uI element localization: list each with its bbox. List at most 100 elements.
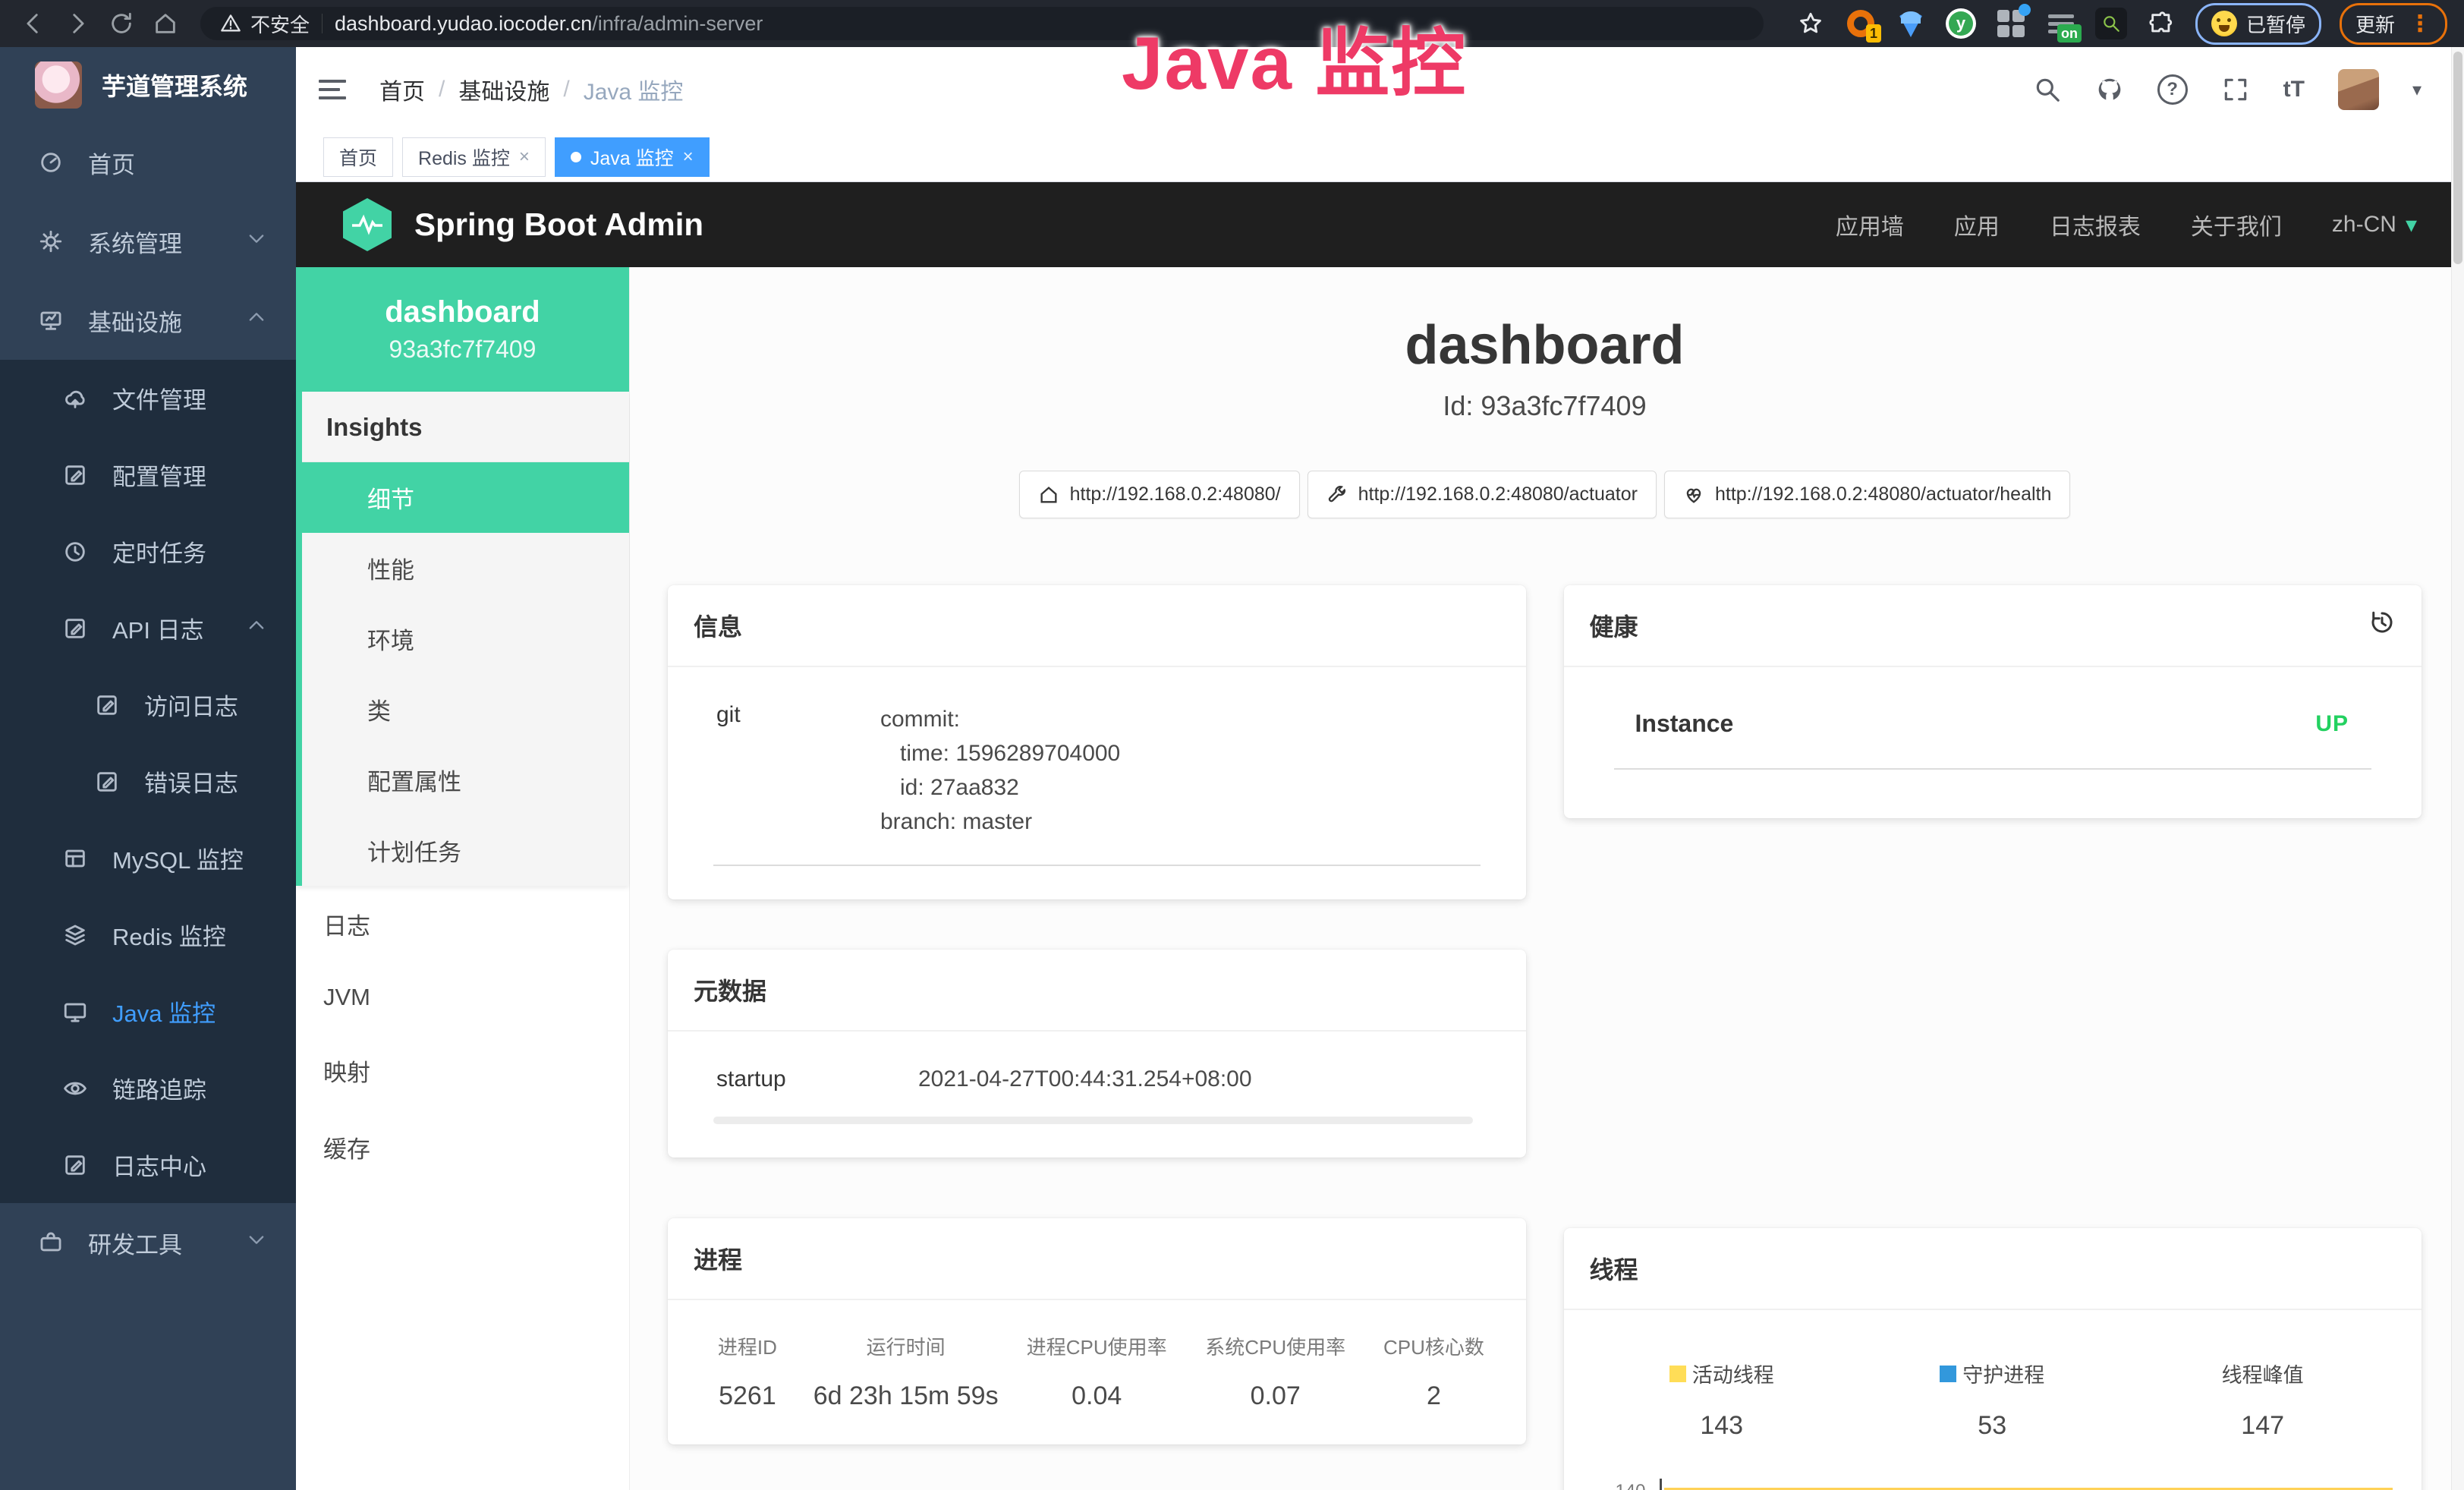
sidebar-item-redis-monitor[interactable]: Redis 监控: [0, 896, 296, 973]
chevron-down-icon: [246, 228, 267, 255]
scrollbar-thumb[interactable]: [2453, 52, 2462, 264]
extension-orange-icon[interactable]: 1: [1845, 8, 1877, 39]
tab-redis-monitor[interactable]: Redis 监控×: [402, 137, 546, 177]
gear-icon: [38, 228, 64, 254]
app-logo-image: [35, 61, 82, 109]
sidebar-item-access-logs[interactable]: 访问日志: [0, 666, 296, 743]
menu-item-caches[interactable]: 缓存: [296, 1109, 629, 1186]
browser-menu-icon[interactable]: ⋮: [2404, 11, 2431, 37]
menu-item-details[interactable]: 细节: [302, 462, 629, 533]
help-icon[interactable]: ?: [2157, 74, 2188, 105]
security-chip[interactable]: 不安全: [220, 10, 310, 38]
threads-chart: 140 120 100: [1587, 1474, 2399, 1490]
extension-puzzle-icon[interactable]: [2145, 8, 2177, 39]
info-value: commit: time: 1596289704000 id: 27aa832 …: [880, 702, 1120, 839]
instance-health-link[interactable]: http://192.168.0.2:48080/actuator/health: [1664, 471, 2070, 518]
metadata-card: 元数据 startup 2021-04-27T00:44:31.254+08:0…: [668, 950, 1526, 1158]
menu-item-logs[interactable]: 日志: [296, 886, 629, 962]
sidebar-item-java-monitor[interactable]: Java 监控: [0, 973, 296, 1050]
chevron-down-icon: ▾: [2406, 212, 2417, 238]
menu-item-environment[interactable]: 环境: [302, 603, 629, 674]
browser-update-button[interactable]: 更新 ⋮: [2340, 3, 2447, 45]
fullscreen-icon[interactable]: [2221, 75, 2250, 104]
sidebar-item-system[interactable]: 系统管理: [0, 202, 296, 281]
sidebar-item-error-logs[interactable]: 错误日志: [0, 743, 296, 820]
threads-legend: 活动线程 143 守护进程 53 线程峰值 14: [1587, 1359, 2399, 1441]
menu-item-mappings[interactable]: 映射: [296, 1032, 629, 1109]
daemon-threads-swatch: [1940, 1366, 1956, 1382]
sidebar-item-scheduled-jobs[interactable]: 定时任务: [0, 513, 296, 590]
info-key: git: [691, 702, 880, 839]
close-icon[interactable]: ×: [519, 146, 530, 168]
sba-navbar: Spring Boot Admin 应用墙 应用 日志报表 关于我们 zh-CN…: [296, 182, 2464, 267]
page-scrollbar[interactable]: [2451, 47, 2464, 1490]
tab-java-monitor[interactable]: Java 监控×: [555, 137, 710, 177]
sidebar-item-dev-tools[interactable]: 研发工具: [0, 1203, 296, 1282]
log-edit-icon: [94, 692, 120, 718]
instance-links: http://192.168.0.2:48080/ http://192.168…: [668, 471, 2422, 518]
menu-item-jvm[interactable]: JVM: [296, 962, 629, 1032]
browser-back-button[interactable]: [17, 7, 50, 40]
tab-home[interactable]: 首页: [323, 137, 393, 177]
menu-item-config-props[interactable]: 配置属性: [302, 745, 629, 815]
warning-icon: [220, 13, 241, 34]
sba-nav-about[interactable]: 关于我们: [2191, 208, 2282, 241]
extension-magnifier-icon[interactable]: [2095, 8, 2127, 39]
browser-home-button[interactable]: [149, 7, 182, 40]
breadcrumb-home[interactable]: 首页: [379, 73, 425, 106]
extension-pin-icon[interactable]: [1895, 8, 1927, 39]
annotation-overlay: Java 监控: [1122, 3, 1467, 111]
display-icon: [62, 999, 88, 1025]
github-icon[interactable]: [2095, 75, 2124, 104]
process-card: 进程 进程ID5261 运行时间6d 23h 15m 59s 进程CPU使用率0…: [668, 1218, 1526, 1444]
search-icon[interactable]: [2033, 75, 2062, 104]
browser-reload-button[interactable]: [105, 7, 138, 40]
instance-header[interactable]: dashboard 93a3fc7f7409: [296, 267, 629, 392]
wrench-icon: [1326, 484, 1348, 506]
avatar-caret-icon[interactable]: ▾: [2412, 79, 2422, 101]
process-card-title: 进程: [668, 1218, 1526, 1300]
sidebar-item-api-logs[interactable]: API 日志: [0, 590, 296, 666]
health-instance-label: Instance: [1635, 710, 1734, 738]
bookmark-star-icon[interactable]: [1795, 8, 1827, 39]
menu-item-metrics[interactable]: 性能: [302, 533, 629, 603]
menu-item-scheduled-tasks[interactable]: 计划任务: [302, 815, 629, 886]
dashboard-icon: [38, 150, 64, 175]
sidebar-item-mysql-monitor[interactable]: MySQL 监控: [0, 820, 296, 896]
sba-locale-select[interactable]: zh-CN ▾: [2332, 212, 2417, 238]
extension-list-icon[interactable]: on: [2045, 8, 2077, 39]
divider: [713, 865, 1481, 866]
sba-nav-wallboard[interactable]: 应用墙: [1836, 208, 1904, 241]
close-icon[interactable]: ×: [683, 146, 694, 168]
font-size-icon[interactable]: tT: [2283, 77, 2305, 102]
spring-boot-admin-logo[interactable]: [343, 198, 392, 251]
user-avatar[interactable]: [2338, 69, 2379, 110]
sidebar-item-tracing[interactable]: 链路追踪: [0, 1050, 296, 1126]
instance-home-link[interactable]: http://192.168.0.2:48080/: [1019, 471, 1300, 518]
sba-nav-applications[interactable]: 应用: [1954, 208, 2000, 241]
menu-item-classes[interactable]: 类: [302, 674, 629, 745]
sba-brand-title[interactable]: Spring Boot Admin: [414, 206, 703, 243]
emoji-face-icon: [2211, 11, 2237, 36]
log-edit-icon: [94, 769, 120, 795]
extension-y-icon[interactable]: y: [1945, 8, 1977, 39]
sidebar-item-config-manage[interactable]: 配置管理: [0, 436, 296, 513]
sidebar-item-home[interactable]: 首页: [0, 123, 296, 202]
hamburger-icon[interactable]: [319, 74, 346, 105]
daemon-threads-value: 53: [1857, 1411, 2127, 1441]
breadcrumb-infra[interactable]: 基础设施: [458, 73, 549, 106]
cloud-upload-icon: [62, 386, 88, 411]
sidebar-item-log-center[interactable]: 日志中心: [0, 1126, 296, 1203]
history-icon[interactable]: [2368, 609, 2396, 642]
sidebar-item-infra[interactable]: 基础设施: [0, 281, 296, 360]
log-edit-icon: [62, 1152, 88, 1178]
sidebar-item-file-manage[interactable]: 文件管理: [0, 360, 296, 436]
app-logo-row[interactable]: 芋道管理系统: [0, 47, 296, 123]
extension-paused-chip[interactable]: 已暂停: [2195, 3, 2321, 45]
browser-forward-button[interactable]: [61, 7, 94, 40]
instance-actuator-link[interactable]: http://192.168.0.2:48080/actuator: [1308, 471, 1657, 518]
instance-id-line: Id: 93a3fc7f7409: [668, 390, 2422, 422]
address-bar[interactable]: 不安全 dashboard.yudao.iocoder.cn/infra/adm…: [200, 7, 1764, 40]
extension-grid-icon[interactable]: [1995, 8, 2027, 39]
sba-nav-journal[interactable]: 日志报表: [2050, 208, 2141, 241]
